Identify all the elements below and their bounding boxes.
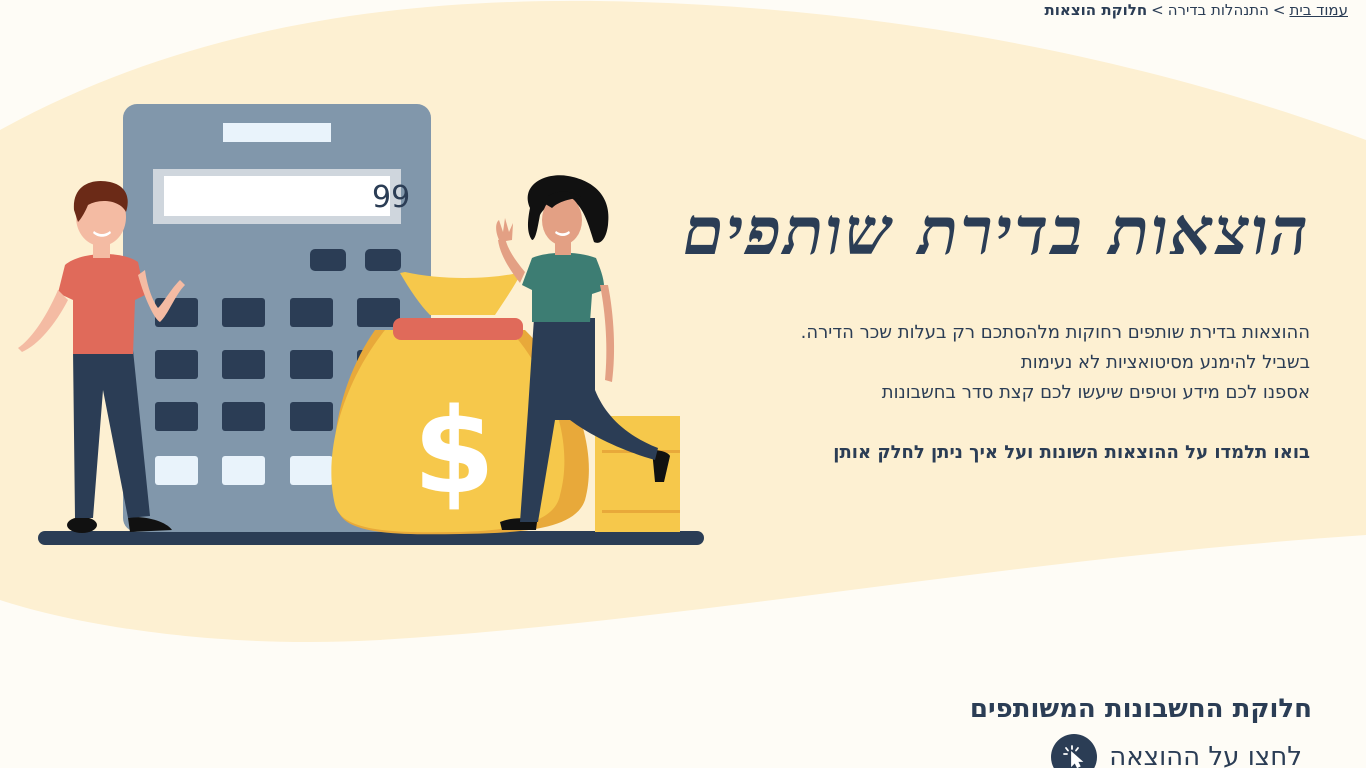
hero-illustration: 99 $ — [18, 104, 704, 545]
breadcrumb-parent: התנהלות בדירה — [1167, 1, 1269, 19]
breadcrumb-separator: > — [1151, 1, 1164, 19]
dollar-sign: $ — [413, 382, 495, 520]
breadcrumb-separator: > — [1272, 1, 1286, 19]
section-title: חלוקת החשבונות המשותפים — [969, 694, 1312, 724]
hero-description-line: בשביל להימנע מסיטואציות לא נעימות — [1020, 352, 1310, 373]
breadcrumb-current: חלוקת הוצאות — [1044, 1, 1148, 19]
hero-description-line: ההוצאות בדירת שותפים רחוקות מלהסתכם רק ב… — [800, 322, 1310, 343]
click-hint-label: לחצו על ההוצאה — [1109, 742, 1302, 768]
breadcrumb: עמוד בית>התנהלות בדירה>חלוקת הוצאות — [1045, 0, 1348, 22]
hero-description-line: אספנו לכם מידע וטיפים שיעשו לכם קצת סדר … — [881, 382, 1310, 403]
page: עמוד בית>התנהלות בדירה>חלוקת הוצאות 99 $… — [0, 0, 1366, 768]
ground-line — [38, 531, 704, 545]
page-title: הוצאות בדירת שותפים — [682, 192, 1310, 270]
hero-cta-text: בואו תלמדו על ההוצאות השונות ועל איך נית… — [833, 442, 1310, 463]
pointer-click-icon[interactable] — [1051, 734, 1098, 768]
breadcrumb-home-link[interactable]: עמוד בית — [1289, 1, 1348, 19]
click-hint[interactable]: לחצו על ההוצאה — [1051, 734, 1302, 768]
calculator-display: 99 — [372, 180, 410, 215]
hero-description: ההוצאות בדירת שותפים רחוקות מלהסתכם רק ב… — [690, 318, 1310, 468]
